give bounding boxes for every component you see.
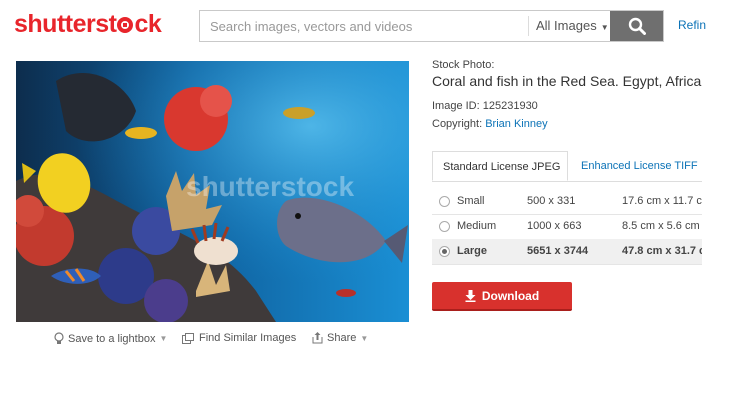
chevron-down-icon: ▼ — [600, 23, 609, 32]
size-cm: 47.8 cm x 31.7 cm — [622, 245, 702, 257]
size-pixels: 1000 x 663 — [527, 220, 582, 232]
tab-standard-license[interactable]: Standard License JPEG — [432, 151, 568, 181]
size-name: Large — [457, 245, 487, 257]
filter-label: All Images — [536, 18, 597, 33]
license-tabs: Standard License JPEG Enhanced License T… — [432, 151, 702, 182]
size-row-medium[interactable]: Medium 1000 x 663 8.5 cm x 5.6 cm — [432, 214, 702, 240]
size-radio-selected[interactable] — [439, 246, 450, 257]
lightbulb-icon — [54, 332, 64, 344]
size-cm: 17.6 cm x 11.7 cm — [622, 195, 702, 207]
share-icon — [312, 332, 323, 344]
similar-images-icon — [182, 332, 194, 344]
search-button[interactable] — [610, 11, 663, 41]
tab-enhanced-license[interactable]: Enhanced License TIFF — [571, 151, 708, 181]
copyright: Copyright: Brian Kinney — [432, 118, 548, 130]
save-to-lightbox-label: Save to a lightbox — [68, 332, 156, 345]
search-bar: All Images▼ — [199, 10, 664, 42]
size-pixels: 500 x 331 — [527, 195, 576, 207]
search-divider — [528, 16, 529, 36]
download-label: Download — [481, 288, 540, 303]
download-icon — [465, 289, 476, 302]
coral-reef-image: shutterstock — [16, 61, 409, 322]
find-similar-button[interactable]: Find Similar Images — [182, 332, 296, 344]
copyright-author-link[interactable]: Brian Kinney — [485, 118, 547, 130]
logo-text-b: ck — [134, 10, 162, 38]
refine-link[interactable]: Refin — [678, 18, 706, 32]
image-title: Coral and fish in the Red Sea. Egypt, Af… — [432, 73, 702, 89]
share-button[interactable]: Share ▼ — [312, 332, 368, 344]
save-to-lightbox-button[interactable]: Save to a lightbox ▼ — [54, 332, 167, 345]
search-icon — [628, 17, 646, 35]
stock-photo-label: Stock Photo: — [432, 59, 495, 71]
photo-watermark: shutterstock — [186, 171, 354, 202]
image-id: Image ID: 125231930 — [432, 100, 538, 112]
chevron-down-icon: ▼ — [360, 333, 369, 343]
share-label: Share — [327, 332, 357, 344]
logo[interactable]: shutterst ck — [14, 10, 162, 39]
size-radio[interactable] — [439, 196, 450, 207]
image-type-dropdown[interactable]: All Images ▼ — [536, 11, 609, 41]
logo-mark-icon — [117, 17, 134, 33]
size-name: Medium — [457, 220, 497, 232]
find-similar-label: Find Similar Images — [199, 332, 297, 344]
chevron-down-icon: ▼ — [159, 334, 168, 343]
size-radio[interactable] — [439, 221, 450, 232]
logo-text-a: shutterst — [14, 10, 117, 38]
copyright-label: Copyright: — [432, 118, 483, 130]
size-pixels: 5651 x 3744 — [527, 245, 589, 257]
stock-photo[interactable]: shutterstock — [16, 61, 409, 322]
search-input[interactable] — [200, 11, 526, 41]
size-cm: 8.5 cm x 5.6 cm — [622, 220, 700, 232]
download-button[interactable]: Download — [432, 282, 572, 311]
size-row-large[interactable]: Large 5651 x 3744 47.8 cm x 31.7 cm — [432, 239, 702, 265]
size-name: Small — [457, 195, 485, 207]
size-row-small[interactable]: Small 500 x 331 17.6 cm x 11.7 cm — [432, 189, 702, 215]
